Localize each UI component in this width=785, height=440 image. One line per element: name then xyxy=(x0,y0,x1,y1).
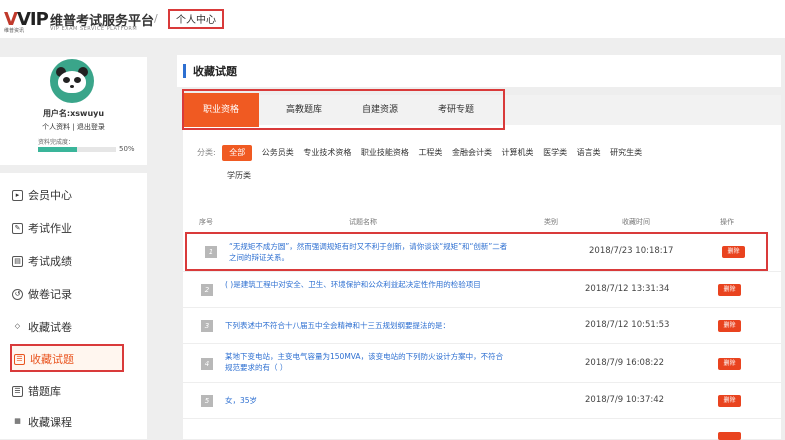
delete-button[interactable]: 删除 xyxy=(718,395,741,407)
column-category: 类别 xyxy=(544,218,558,226)
question-link[interactable]: 下列表述中不符合十八届五中全会精神和十三五规划纲要提法的是： xyxy=(225,320,505,331)
wrong-question-icon: ☰ xyxy=(12,386,23,397)
tabs-highlight-box xyxy=(182,89,505,130)
question-link[interactable]: 女，35岁 xyxy=(225,395,505,406)
row-index: 1 xyxy=(205,246,217,258)
profile-link[interactable]: 个人资料 xyxy=(42,123,70,131)
page-title: 收藏试题 xyxy=(193,65,237,78)
row-index: 5 xyxy=(201,395,213,407)
site-logo[interactable]: VVIP 维普资讯 维普考试服务平台 VIP EXAM SERVICE PLAT… xyxy=(4,9,154,34)
column-index: 序号 xyxy=(199,218,213,226)
member-icon: ▸ xyxy=(12,190,23,201)
top-bar: VVIP 维普资讯 维普考试服务平台 VIP EXAM SERVICE PLAT… xyxy=(0,0,785,38)
question-link[interactable]: “无规矩不成方圆”，然而强调规矩有时又不利于创新，请你谈谈“规矩”和“创新”二者… xyxy=(229,241,509,263)
logo-small-text: 维普资讯 xyxy=(4,28,25,34)
table-row: 2 ( )是建筑工程中对安全、卫生、环境保护和公众利益起决定性作用的检验项目 2… xyxy=(183,271,781,308)
profile-card: 用户名:xswuyu 个人资料 | 退出登录 资料完成度： 50% xyxy=(0,57,147,165)
category-engineering[interactable]: 工程类 xyxy=(418,141,442,164)
homework-icon: ✎ xyxy=(12,223,23,234)
favorite-time: 2018/7/23 10:18:17 xyxy=(589,246,674,256)
category-computer[interactable]: 计算机类 xyxy=(502,141,534,164)
table-row: 4 某地下变电站，主变电气容量为150MVA，该变电站的下列防火设计方案中，不符… xyxy=(183,343,781,383)
delete-button[interactable]: 删除 xyxy=(722,246,745,258)
category-language[interactable]: 语言类 xyxy=(577,141,601,164)
column-time: 收藏时间 xyxy=(622,218,650,226)
question-link[interactable]: 某地下变电站，主变电气容量为150MVA，该变电站的下列防火设计方案中，不符合规… xyxy=(225,351,505,373)
table-header: 序号 试题名称 类别 收藏时间 操作 xyxy=(183,210,781,232)
main-content: 收藏试题 职业资格 高教题库 自建资源 考研专题 分类: 全部 公务员类 专业技… xyxy=(177,55,781,440)
favorite-time: 2018/7/9 16:08:22 xyxy=(585,358,665,368)
category-all[interactable]: 全部 xyxy=(222,145,253,161)
title-accent-bar xyxy=(183,64,186,78)
paper-favorite-icon: ◇ xyxy=(14,322,21,330)
sidebar-item-member-center[interactable]: ▸ 会员中心 xyxy=(10,182,124,210)
category-vocational-skill[interactable]: 职业技能资格 xyxy=(361,141,409,164)
favorite-time: 2018/7/9 10:37:42 xyxy=(585,395,665,405)
column-question: 试题名称 xyxy=(349,218,377,226)
table-row: 3 下列表述中不符合十八届五中全会精神和十三五规划纲要提法的是： 2018/7/… xyxy=(183,307,781,344)
delete-button[interactable]: 删除 xyxy=(718,284,741,296)
column-action: 操作 xyxy=(720,218,734,226)
completion-percent: 50% xyxy=(119,145,135,153)
panda-eye-icon xyxy=(74,77,81,83)
link-divider: | xyxy=(72,123,75,131)
category-postgraduate[interactable]: 研究生类 xyxy=(610,141,642,164)
question-favorite-icon: ☰ xyxy=(14,354,25,365)
sidebar-item-exam-homework[interactable]: ✎ 考试作业 xyxy=(10,215,124,243)
logout-link[interactable]: 退出登录 xyxy=(77,123,105,131)
sidebar-item-favorite-courses[interactable]: ▦ 收藏课程 xyxy=(10,409,124,437)
category-medicine[interactable]: 医学类 xyxy=(543,141,567,164)
panda-eye-icon xyxy=(63,77,70,83)
history-icon: ↺ xyxy=(12,289,23,300)
category-professional-tech[interactable]: 专业技术资格 xyxy=(303,141,351,164)
category-filter: 分类: 全部 公务员类 专业技术资格 职业技能资格 工程类 金融会计类 计算机类… xyxy=(197,141,772,187)
question-link[interactable]: ( )是建筑工程中对安全、卫生、环境保护和公众利益起决定性作用的检验项目 xyxy=(225,279,505,290)
score-icon: ▤ xyxy=(12,256,23,267)
logo-subtitle: VIP EXAM SERVICE PLATFORM xyxy=(50,26,138,32)
sidebar-item-exam-scores[interactable]: ▤ 考试成绩 xyxy=(10,248,124,276)
completion-progress-bar xyxy=(38,147,116,152)
favorites-table: 序号 试题名称 类别 收藏时间 操作 1 “无规矩不成方圆”，然而强调规矩有时又… xyxy=(183,210,781,440)
username: 用户名:xswuyu xyxy=(42,109,105,118)
section-header: 收藏试题 xyxy=(177,55,781,87)
sidebar-item-favorite-questions[interactable]: ☰ 收藏试题 xyxy=(10,344,124,372)
profile-links: 个人资料 | 退出登录 xyxy=(0,122,147,132)
sidebar-item-test-history[interactable]: ↺ 做卷记录 xyxy=(10,281,124,309)
breadcrumb-personal-center[interactable]: 个人中心 xyxy=(168,9,224,29)
favorite-time: 2018/7/12 10:51:53 xyxy=(585,320,670,330)
sidebar-menu: ▸ 会员中心 ✎ 考试作业 ▤ 考试成绩 ↺ 做卷记录 ◇ 收藏试卷 ☰ 收藏试题 ☰ 错题库… xyxy=(0,173,147,439)
category-civil-servant[interactable]: 公务员类 xyxy=(262,141,294,164)
completion-label: 资料完成度： xyxy=(38,139,75,146)
category-finance-accounting[interactable]: 金融会计类 xyxy=(452,141,492,164)
table-row xyxy=(183,418,781,440)
delete-button[interactable]: 删除 xyxy=(718,358,741,370)
course-icon: ▦ xyxy=(14,417,21,425)
row-index: 4 xyxy=(201,358,213,370)
avatar[interactable] xyxy=(50,59,94,103)
delete-button[interactable]: 删除 xyxy=(718,320,741,332)
breadcrumb-separator: / xyxy=(154,12,158,25)
category-label: 分类: xyxy=(197,148,216,157)
sidebar-item-favorite-papers[interactable]: ◇ 收藏试卷 xyxy=(10,314,124,342)
row-index: 2 xyxy=(201,284,213,296)
table-row: 1 “无规矩不成方圆”，然而强调规矩有时又不利于创新，请你谈谈“规矩”和“创新”… xyxy=(185,232,768,271)
panda-face-icon xyxy=(58,71,86,93)
row-index: 3 xyxy=(201,320,213,332)
category-academic[interactable]: 学历类 xyxy=(227,164,251,187)
panda-nose-icon xyxy=(70,85,74,88)
completion-progress-fill xyxy=(38,147,77,152)
favorite-time: 2018/7/12 13:31:34 xyxy=(585,284,670,294)
table-row: 5 女，35岁 2018/7/9 10:37:42 删除 xyxy=(183,382,781,419)
sidebar-item-wrong-questions[interactable]: ☰ 错题库 xyxy=(10,378,124,406)
